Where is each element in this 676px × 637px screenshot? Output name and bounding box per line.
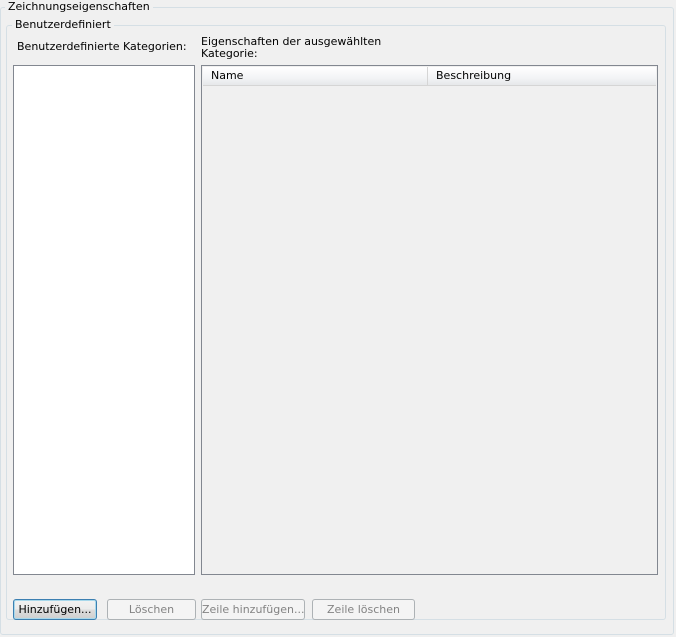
custom-categories-label: Benutzerdefinierte Kategorien: <box>17 40 187 53</box>
delete-category-button[interactable]: Löschen <box>107 599 196 620</box>
custom-group-title: Benutzerdefiniert <box>12 18 114 32</box>
add-row-button[interactable]: Zeile hinzufügen... <box>201 599 305 620</box>
drawing-properties-group-title: Zeichnungseigenschaften <box>5 0 153 14</box>
table-header: Name Beschreibung <box>203 67 656 86</box>
column-header-name[interactable]: Name <box>203 67 428 85</box>
selected-category-properties-label: Eigenschaften der ausgewählten Kategorie… <box>201 35 382 60</box>
delete-row-button[interactable]: Zeile löschen <box>312 599 415 620</box>
custom-categories-list[interactable] <box>13 65 195 575</box>
column-header-description[interactable]: Beschreibung <box>428 67 656 85</box>
drawing-properties-panel: Zeichnungseigenschaften Benutzerdefinier… <box>0 0 676 637</box>
category-properties-table[interactable]: Name Beschreibung <box>201 65 658 575</box>
add-category-button[interactable]: Hinzufügen... <box>13 599 97 620</box>
